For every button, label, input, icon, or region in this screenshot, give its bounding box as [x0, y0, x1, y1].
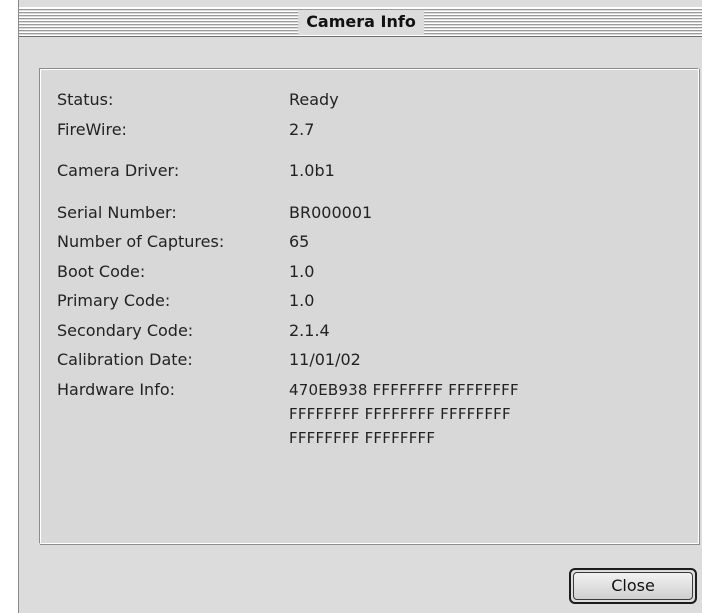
hardware-info-label: Hardware Info: [57, 380, 176, 399]
firewire-value: 2.7 [289, 120, 315, 139]
info-panel: Status: Ready FireWire: 2.7 Camera Drive… [39, 68, 699, 544]
primary-code-label: Primary Code: [57, 291, 171, 310]
title-bar[interactable]: Camera Info [19, 7, 702, 37]
camera-info-window: Camera Info Status: Ready FireWire: 2.7 … [18, 0, 702, 613]
secondary-code-label: Secondary Code: [57, 321, 194, 340]
boot-code-label: Boot Code: [57, 262, 146, 281]
serial-number-label: Serial Number: [57, 203, 177, 222]
camera-driver-label: Camera Driver: [57, 161, 180, 180]
firewire-label: FireWire: [57, 120, 127, 139]
boot-code-value: 1.0 [289, 262, 315, 281]
secondary-code-value: 2.1.4 [289, 321, 330, 340]
hardware-info-value: 470EB938 FFFFFFFF FFFFFFFF FFFFFFFF FFFF… [289, 379, 519, 451]
hardware-info-line: FFFFFFFF FFFFFFFF FFFFFFFF [289, 405, 511, 423]
close-button-label[interactable]: Close [573, 572, 693, 600]
calibration-date-label: Calibration Date: [57, 350, 193, 369]
hardware-info-line: FFFFFFFF FFFFFFFF [289, 429, 436, 447]
primary-code-value: 1.0 [289, 291, 315, 310]
hardware-info-line: 470EB938 FFFFFFFF FFFFFFFF [289, 381, 519, 399]
calibration-date-value: 11/01/02 [289, 350, 361, 369]
status-label: Status: [57, 90, 114, 109]
close-button[interactable]: Close [569, 568, 697, 604]
serial-number-value: BR000001 [289, 203, 373, 222]
number-of-captures-value: 65 [289, 232, 310, 251]
camera-driver-value: 1.0b1 [289, 161, 335, 180]
status-value: Ready [289, 90, 339, 109]
window-title: Camera Info [298, 10, 424, 34]
number-of-captures-label: Number of Captures: [57, 232, 225, 251]
